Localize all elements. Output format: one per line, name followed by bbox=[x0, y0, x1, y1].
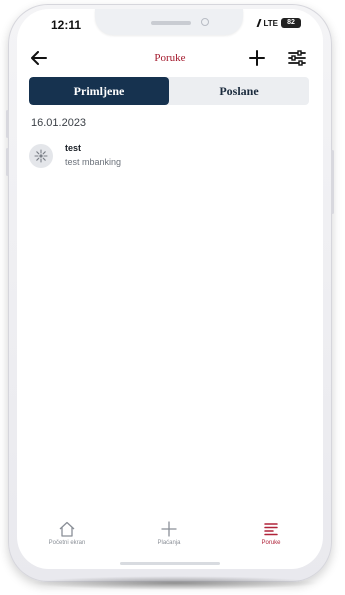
home-icon bbox=[59, 521, 75, 537]
battery-icon: 82 bbox=[281, 18, 301, 28]
signal-icon bbox=[251, 19, 262, 27]
message-item[interactable]: test test mbanking bbox=[27, 140, 313, 176]
page-title: Poruke bbox=[154, 52, 186, 64]
side-button bbox=[6, 148, 9, 176]
nav-payments[interactable]: Plaćanja bbox=[129, 521, 209, 561]
nav-home-label: Početni ekran bbox=[48, 540, 86, 546]
add-message-button[interactable] bbox=[245, 46, 269, 70]
side-button bbox=[6, 110, 9, 138]
app-screen: 12:11 LTE 82 Poruke Primljene Poslane 16… bbox=[17, 9, 323, 569]
speaker bbox=[151, 21, 191, 25]
list-icon bbox=[264, 523, 278, 536]
tab-received[interactable]: Primljene bbox=[29, 77, 169, 105]
filter-button[interactable] bbox=[285, 46, 309, 70]
message-title: test bbox=[65, 143, 82, 153]
app-header: Poruke bbox=[17, 43, 323, 73]
plus-icon bbox=[161, 521, 177, 537]
camera-icon bbox=[201, 18, 209, 26]
nav-messages[interactable]: Poruke bbox=[231, 521, 311, 561]
date-header: 16.01.2023 bbox=[31, 117, 87, 129]
plus-icon bbox=[249, 50, 265, 66]
avatar bbox=[29, 144, 53, 168]
message-tabs: Primljene Poslane bbox=[29, 77, 309, 105]
message-preview: test mbanking bbox=[65, 157, 122, 167]
phone-shadow bbox=[30, 576, 320, 590]
status-time: 12:11 bbox=[51, 18, 82, 32]
sun-icon bbox=[34, 149, 48, 163]
sliders-icon bbox=[288, 50, 306, 66]
notch bbox=[95, 9, 243, 35]
nav-messages-label: Poruke bbox=[261, 540, 281, 546]
nav-payments-label: Plaćanja bbox=[157, 540, 181, 546]
status-bar: 12:11 LTE 82 bbox=[17, 9, 323, 39]
tab-sent[interactable]: Poslane bbox=[169, 77, 309, 105]
home-indicator bbox=[120, 562, 220, 565]
status-indicators: LTE 82 bbox=[251, 18, 301, 28]
side-button bbox=[331, 150, 334, 214]
network-label: LTE bbox=[263, 18, 278, 28]
nav-home[interactable]: Početni ekran bbox=[27, 521, 107, 561]
